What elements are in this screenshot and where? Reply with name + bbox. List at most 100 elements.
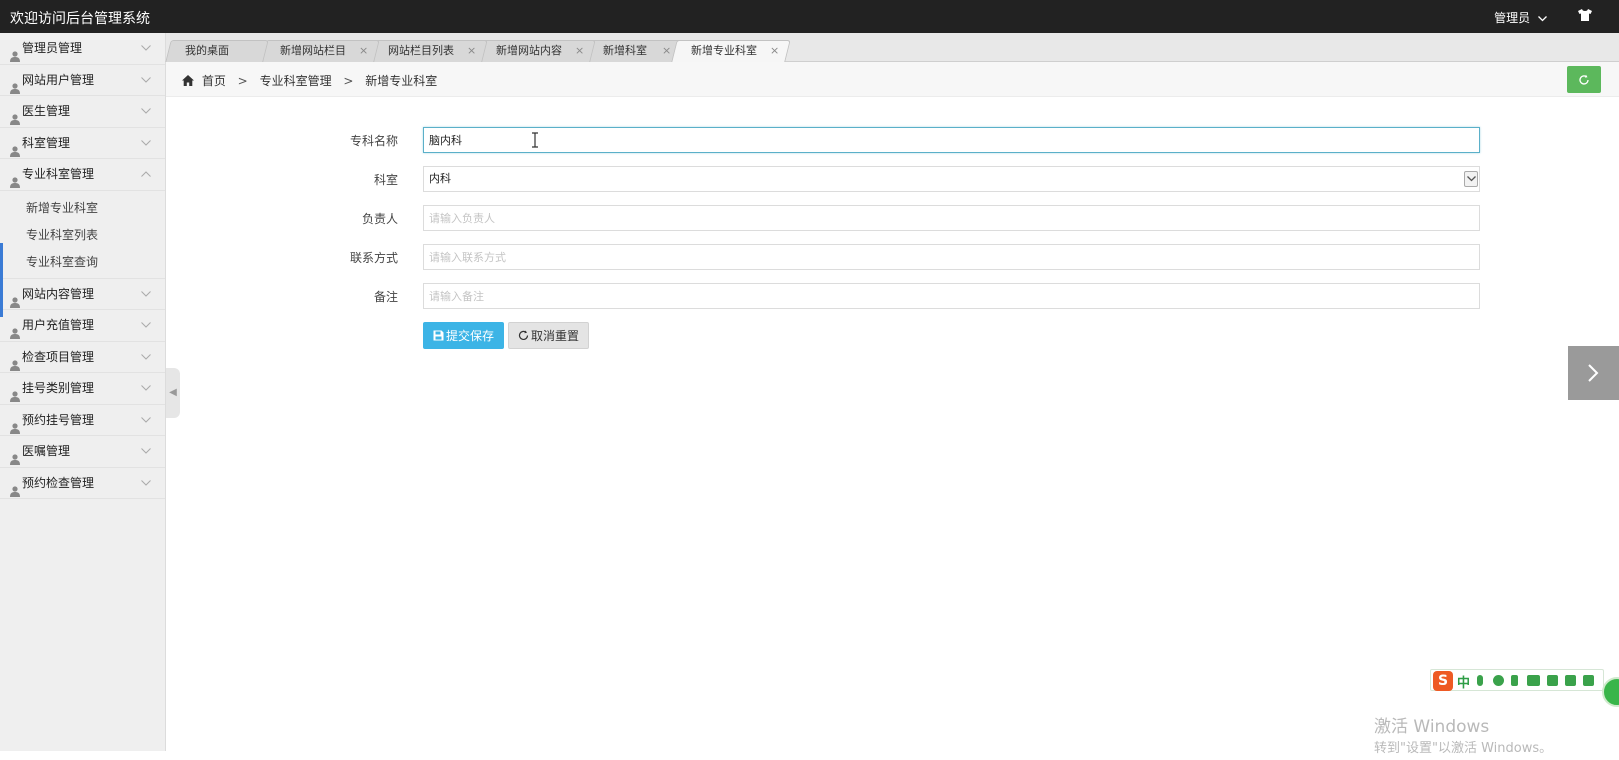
refresh-icon bbox=[1579, 74, 1589, 85]
tab-label: 新增网站栏目 bbox=[280, 44, 346, 57]
refresh-button[interactable] bbox=[1567, 66, 1601, 93]
sidebar-item-label: 科室管理 bbox=[22, 135, 71, 150]
sidebar-item[interactable]: 医生管理 bbox=[0, 96, 165, 128]
sidebar-subitem[interactable]: 新增专业科室 bbox=[0, 195, 165, 222]
shirt-icon[interactable] bbox=[1577, 7, 1593, 23]
user-icon bbox=[10, 43, 20, 62]
sidebar-item[interactable]: 网站用户管理 bbox=[0, 65, 165, 96]
sidebar-item[interactable]: 医嘱管理 bbox=[0, 436, 165, 468]
sidebar-subitem[interactable]: 专业科室列表 bbox=[0, 222, 165, 249]
sidebar-item-label: 挂号类别管理 bbox=[22, 381, 95, 395]
sidebar-item[interactable]: 专业科室管理 bbox=[0, 159, 165, 191]
breadcrumb-home[interactable]: 首页 bbox=[202, 74, 226, 88]
chevron-down-icon bbox=[1538, 11, 1547, 25]
form-row-owner: 负责人 bbox=[330, 205, 1480, 232]
tab[interactable]: 新增网站栏目 × bbox=[260, 40, 380, 62]
close-icon[interactable]: × bbox=[467, 41, 476, 61]
form-row-note: 备注 bbox=[330, 283, 1480, 310]
sidebar: 管理员管理 网站用户管理 医生管理 科室管理 专业科室管理 新增专业科室 专业科室列表 专业科… bbox=[0, 33, 166, 751]
sidebar-item[interactable]: 检查项目管理 bbox=[0, 342, 165, 373]
chevron-down-icon bbox=[141, 33, 151, 64]
tab[interactable]: 新增专业科室 × bbox=[671, 40, 791, 62]
close-icon[interactable]: × bbox=[575, 41, 584, 61]
chevron-down-icon bbox=[141, 128, 151, 159]
grid-icon[interactable] bbox=[1583, 675, 1594, 686]
tab-label: 新增网站内容 bbox=[496, 44, 562, 57]
breadcrumb-separator: > bbox=[343, 74, 354, 88]
tab-label: 我的桌面 bbox=[185, 44, 229, 57]
ime-mode-toggle[interactable]: 中 bbox=[1457, 672, 1470, 691]
sidebar-item-label: 网站内容管理 bbox=[22, 286, 95, 301]
sidebar-subitem[interactable]: 专业科室查询 bbox=[0, 249, 165, 276]
owner-label: 负责人 bbox=[361, 212, 398, 226]
dept-label: 科室 bbox=[373, 173, 398, 187]
chevron-down-icon bbox=[141, 436, 151, 467]
form-row-name: 专科名称 bbox=[330, 127, 1480, 154]
user-icon bbox=[10, 446, 20, 465]
user-icon bbox=[10, 106, 20, 125]
sidebar-item[interactable]: 管理员管理 bbox=[0, 33, 165, 65]
tab[interactable]: 新增科室 × bbox=[583, 40, 683, 62]
close-icon[interactable]: × bbox=[770, 41, 779, 61]
ime-toolbar[interactable]: S 中 bbox=[1430, 669, 1604, 691]
sidebar-item[interactable]: 用户充值管理 bbox=[0, 310, 165, 342]
windows-activation-watermark: 激活 Windows 转到"设置"以激活 Windows。 bbox=[1374, 716, 1552, 760]
reset-icon bbox=[518, 330, 529, 344]
owner-input[interactable] bbox=[423, 205, 1480, 231]
sidebar-item[interactable]: 挂号类别管理 bbox=[0, 373, 165, 405]
submit-save-button[interactable]: 提交保存 bbox=[423, 322, 504, 349]
chevron-up-icon bbox=[141, 159, 151, 190]
breadcrumb-bar: 首页 > 专业科室管理 > 新增专业科室 bbox=[166, 62, 1619, 97]
close-icon[interactable]: × bbox=[359, 41, 368, 61]
sidebar-item[interactable]: 预约检查管理 bbox=[0, 468, 165, 499]
chevron-down-icon bbox=[141, 310, 151, 341]
chevron-right-icon bbox=[1588, 364, 1599, 382]
sidebar-collapse-handle[interactable]: ◀ bbox=[166, 368, 180, 418]
tab[interactable]: 新增网站内容 × bbox=[476, 40, 596, 62]
user-menu[interactable]: 管理员 bbox=[1494, 9, 1547, 26]
top-bar: 欢迎访问后台管理系统 管理员 bbox=[0, 0, 1619, 33]
chevron-down-icon bbox=[141, 342, 151, 373]
name-label: 专科名称 bbox=[349, 134, 398, 148]
form-row-contact: 联系方式 bbox=[330, 244, 1480, 271]
keyboard-icon[interactable] bbox=[1527, 675, 1540, 686]
department-select[interactable]: 内科 bbox=[423, 166, 1480, 192]
user-icon[interactable] bbox=[1547, 675, 1558, 686]
tab[interactable]: 网站栏目列表 × bbox=[368, 40, 488, 62]
text-cursor-icon bbox=[532, 132, 538, 148]
sidebar-item-label: 预约检查管理 bbox=[22, 475, 95, 490]
ime-float-ball-icon[interactable] bbox=[1602, 677, 1619, 707]
breadcrumb-separator: > bbox=[237, 74, 248, 88]
skin-icon[interactable] bbox=[1565, 675, 1576, 686]
chevron-down-icon bbox=[141, 279, 151, 310]
user-icon bbox=[10, 352, 20, 371]
sidebar-item[interactable]: 科室管理 bbox=[0, 128, 165, 159]
caret-left-icon: ◀ bbox=[169, 387, 177, 398]
punctuation-icon[interactable] bbox=[1477, 675, 1483, 686]
sidebar-item-label: 用户充值管理 bbox=[22, 318, 95, 332]
sidebar-item-label: 医生管理 bbox=[22, 104, 71, 118]
sogou-logo-icon[interactable]: S bbox=[1433, 671, 1453, 691]
sidebar-item-label: 管理员管理 bbox=[22, 41, 83, 55]
user-icon bbox=[10, 289, 20, 308]
microphone-icon[interactable] bbox=[1511, 675, 1518, 686]
emoji-icon[interactable] bbox=[1493, 675, 1504, 686]
specialty-name-input[interactable] bbox=[423, 127, 1480, 153]
sidebar-item-label: 预约挂号管理 bbox=[22, 412, 95, 427]
contact-input[interactable] bbox=[423, 244, 1480, 270]
sidebar-item[interactable]: 预约挂号管理 bbox=[0, 405, 165, 436]
cancel-reset-button[interactable]: 取消重置 bbox=[508, 322, 589, 349]
user-icon bbox=[10, 75, 20, 94]
note-input[interactable] bbox=[423, 283, 1480, 309]
home-icon bbox=[182, 75, 194, 86]
close-icon[interactable]: × bbox=[662, 41, 671, 61]
user-icon bbox=[10, 383, 20, 402]
sidebar-item-label: 检查项目管理 bbox=[22, 349, 95, 364]
save-icon bbox=[433, 330, 444, 344]
breadcrumb-level1[interactable]: 专业科室管理 bbox=[260, 74, 332, 88]
sidebar-submenu: 新增专业科室 专业科室列表 专业科室查询 bbox=[0, 191, 165, 279]
sidebar-item[interactable]: 网站内容管理 bbox=[0, 279, 165, 310]
next-panel-button[interactable] bbox=[1568, 346, 1619, 400]
reset-label: 取消重置 bbox=[530, 329, 579, 343]
tab[interactable]: 我的桌面 bbox=[165, 40, 269, 62]
